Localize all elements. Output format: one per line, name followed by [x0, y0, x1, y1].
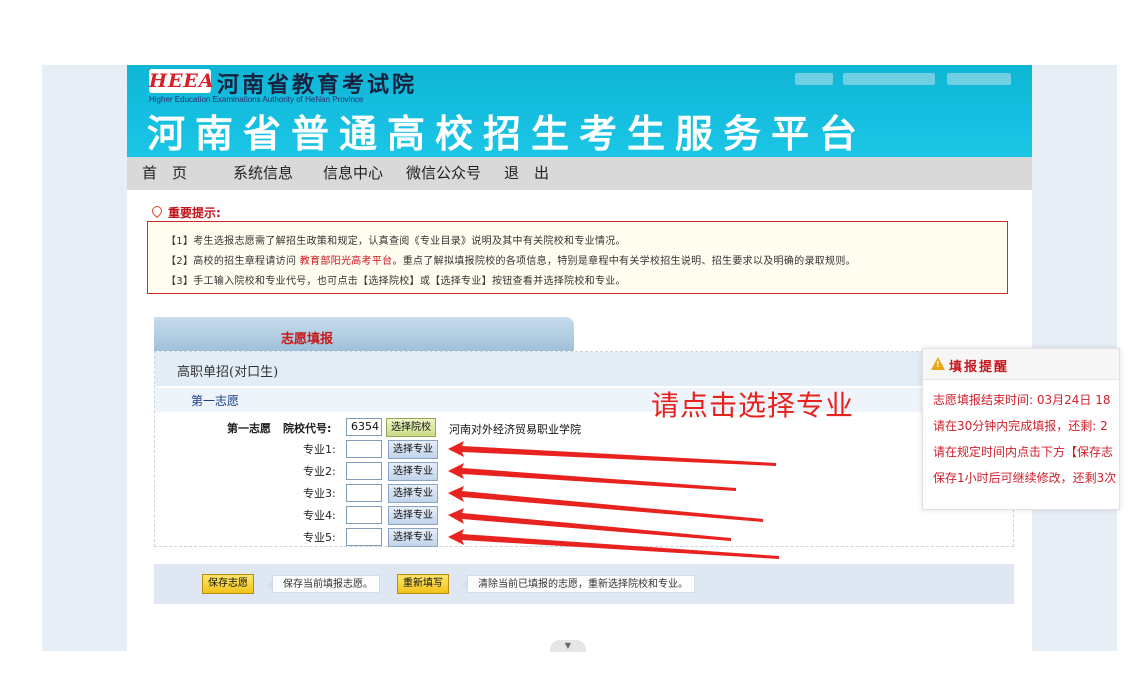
select-school-button[interactable]: 选择院校: [386, 418, 436, 437]
sunshine-gaokao-link[interactable]: 教育部阳光高考平台: [300, 256, 393, 267]
select-major-4-button[interactable]: 选择专业: [388, 506, 438, 525]
notice-line-2-post: 。重点了解拟填报院校的各项信息，特别是章程中有关学校招生说明、招生要求以及明确的…: [392, 256, 856, 267]
major-5-label: 专业5:: [303, 531, 336, 544]
reminder-line-4: 保存1小时后可继续修改，还剩3次: [933, 471, 1117, 485]
major-3-label: 专业3:: [303, 487, 336, 500]
nav-home[interactable]: 首 页: [142, 157, 187, 190]
major-3-input[interactable]: [346, 484, 382, 502]
major-1-input[interactable]: [346, 440, 382, 458]
major-1-label: 专业1:: [303, 443, 336, 456]
blurred-user-info: [795, 73, 833, 85]
notice-box: 【1】考生选报志愿需了解招生政策和规定，认真查阅《专业目录》说明及其中有关院校和…: [147, 221, 1008, 294]
callout-text: 请点击选择专业: [651, 389, 855, 422]
nav-system-info[interactable]: 系统信息: [233, 157, 293, 190]
site-header: HEEA 河南省教育考试院 Higher Education Examinati…: [127, 65, 1032, 157]
notice-line-3: 【3】手工输入院校和专业代号，也可点击【选择院校】或【选择专业】按钮查看并选择院…: [166, 276, 626, 287]
reset-hint: 清除当前已填报的志愿，重新选择院校和专业。: [462, 575, 695, 593]
reminder-header: ! 填报提醒: [923, 349, 1119, 380]
nav-wechat[interactable]: 微信公众号: [406, 157, 481, 190]
choice-header-title: 第一志愿: [191, 394, 240, 408]
major-2-input[interactable]: [346, 462, 382, 480]
save-volunteer-button[interactable]: 保存志愿: [202, 574, 254, 594]
action-bar: 保存志愿 保存当前填报志愿。 重新填写 清除当前已填报的志愿，重新选择院校和专业…: [154, 564, 1014, 604]
tab-label: 志愿填报: [281, 332, 334, 347]
platform-title: 河南省普通高校招生考生服务平台: [147, 111, 868, 156]
tab-volunteer-fill[interactable]: 志愿填报: [154, 317, 574, 351]
select-major-2-button[interactable]: 选择专业: [388, 462, 438, 481]
reminder-line-1: 志愿填报结束时间: 03月24日 18: [933, 393, 1111, 407]
reminder-panel: ! 填报提醒 志愿填报结束时间: 03月24日 18 请在30分钟内完成填报，还…: [922, 348, 1120, 510]
blurred-user-info: [843, 73, 935, 85]
main-nav: 首 页 系统信息 信息中心 微信公众号 退 出: [127, 157, 1032, 190]
category-title: 高职单招(对口生): [177, 365, 279, 380]
scroll-down-icon[interactable]: ▼: [550, 640, 586, 652]
school-code-input[interactable]: 6354: [346, 418, 382, 436]
nav-logout[interactable]: 退 出: [504, 157, 549, 190]
notice-title: 重要提示:: [149, 203, 221, 221]
choice-label: 第一志愿: [227, 422, 271, 435]
notice-title-text: 重要提示:: [168, 206, 221, 220]
location-pin-icon: [149, 203, 165, 219]
blurred-user-info: [947, 73, 1011, 85]
reset-button[interactable]: 重新填写: [397, 574, 449, 594]
select-major-3-button[interactable]: 选择专业: [388, 484, 438, 503]
reminder-title: 填报提醒: [949, 360, 1010, 375]
notice-line-2-pre: 【2】高校的招生章程请访问: [166, 256, 297, 267]
school-code-label: 院校代号:: [283, 422, 332, 435]
volunteer-form-panel: 高职单招(对口生) 第一志愿: [154, 351, 1014, 547]
select-major-5-button[interactable]: 选择专业: [388, 528, 438, 547]
notice-line-2: 【2】高校的招生章程请访问 教育部阳光高考平台。重点了解拟填报院校的各项信息，特…: [166, 252, 856, 267]
category-header: 高职单招(对口生): [155, 352, 1013, 386]
major-2-label: 专业2:: [303, 465, 336, 478]
heea-logo[interactable]: HEEA: [149, 69, 214, 93]
major-4-label: 专业4:: [303, 509, 336, 522]
choice-header: 第一志愿: [155, 388, 1013, 412]
major-5-input[interactable]: [346, 528, 382, 546]
major-4-input[interactable]: [346, 506, 382, 524]
reminder-line-2: 请在30分钟内完成填报，还剩: 2: [933, 419, 1108, 433]
notice-line-1: 【1】考生选报志愿需了解招生政策和规定，认真查阅《专业目录》说明及其中有关院校和…: [166, 236, 626, 247]
select-major-1-button[interactable]: 选择专业: [388, 440, 438, 459]
school-name: 河南对外经济贸易职业学院: [449, 423, 581, 436]
save-hint: 保存当前填报志愿。: [267, 575, 380, 593]
nav-info-center[interactable]: 信息中心: [323, 157, 383, 190]
reminder-line-3: 请在规定时间内点击下方【保存志: [933, 445, 1114, 459]
